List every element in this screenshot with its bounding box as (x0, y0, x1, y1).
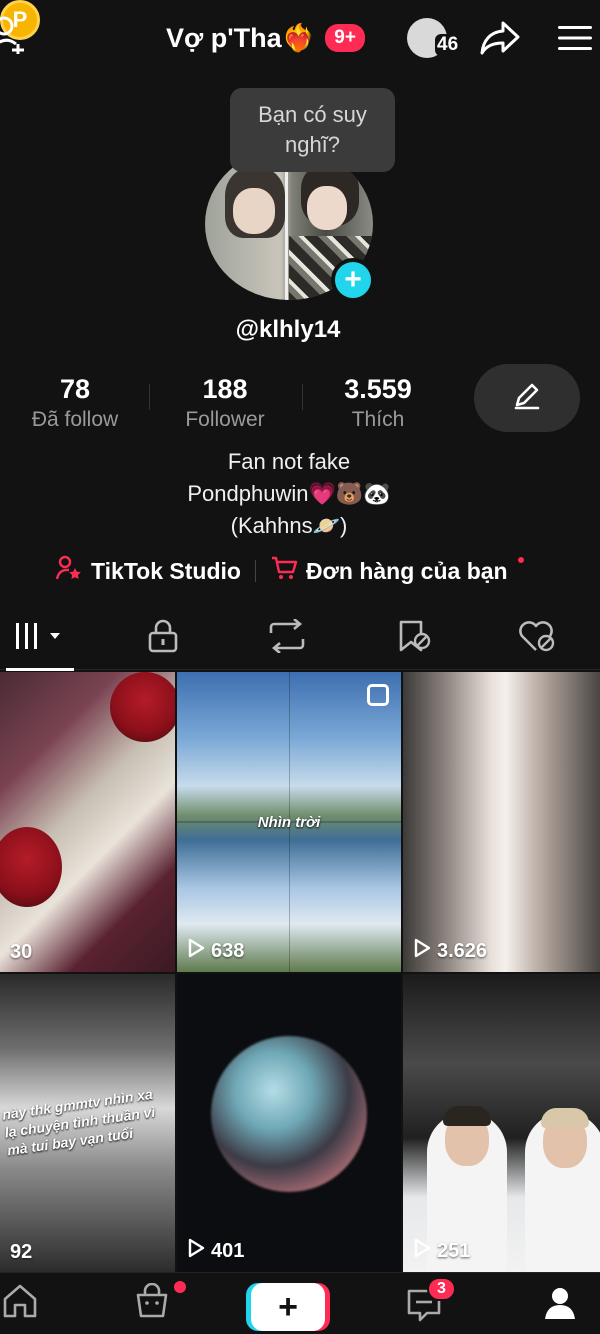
view-count-value: 92 (10, 1241, 33, 1263)
profile-title-button[interactable]: Vợ p'Tha❤️‍🔥 9+ (166, 18, 365, 58)
profile-icon (542, 1285, 578, 1326)
view-count-value: 3.626 (437, 939, 488, 962)
nav-home[interactable] (0, 1273, 75, 1334)
add-avatar-button[interactable]: + (331, 258, 375, 302)
orders-link[interactable]: Đơn hàng của bạn (270, 554, 524, 588)
repost-icon (267, 617, 307, 658)
create-button[interactable]: + (251, 1283, 325, 1331)
profile-links: TikTok Studio Đơn hàng của bạn (55, 552, 524, 590)
thought-tooltip[interactable]: Bạn có suy nghĩ? (230, 88, 395, 172)
username: @klhly14 (235, 316, 341, 343)
top-bar: P Vợ p'Tha❤️‍🔥 9+ 46 (0, 0, 600, 78)
view-count: 638 (187, 938, 244, 964)
friends-count: 46 (435, 34, 461, 56)
person-hair (443, 1106, 491, 1126)
lock-icon (147, 619, 179, 658)
video-thumbnail[interactable]: 401 (177, 974, 401, 1272)
stat-likes-value: 3.559 (344, 374, 412, 404)
shop-dot (174, 1281, 186, 1293)
spiderman-mask (0, 827, 62, 907)
nav-inbox[interactable]: 3 (369, 1273, 479, 1334)
bookmark-icon (396, 619, 432, 658)
stat-likes[interactable]: 3.559 Thích (303, 372, 453, 434)
grid-icon (14, 621, 66, 656)
view-count-value: 30 (10, 941, 33, 963)
inbox-badge: 3 (427, 1277, 456, 1301)
view-count-value: 401 (211, 1239, 245, 1262)
pencil-icon (512, 381, 542, 416)
multi-photo-icon (367, 684, 389, 706)
stat-followers-label: Follower (185, 408, 265, 431)
cart-icon (270, 554, 298, 588)
orders-dot (517, 557, 524, 563)
play-icon (187, 1238, 205, 1264)
play-icon (187, 938, 205, 964)
add-user-icon[interactable] (0, 14, 28, 54)
tab-favorites[interactable] (354, 606, 474, 670)
view-count: 251 (413, 1238, 470, 1264)
stat-following-value: 78 (59, 374, 91, 404)
page-title: Vợ p'Tha❤️‍🔥 (166, 23, 316, 53)
play-icon (413, 1238, 431, 1264)
video-overlay-text: Nhìn trời (257, 814, 321, 831)
friends-avatar-button[interactable]: 46 (407, 16, 463, 62)
notification-badge: 9+ (325, 24, 365, 52)
avatar-face-left (233, 188, 275, 234)
video-grid: 30 Nhìn trời 638 3.626 này thk gmmtv nhì… (0, 672, 600, 1272)
video-thumbnail[interactable]: Nhìn trời 638 (177, 672, 401, 972)
view-count-value: 638 (211, 939, 245, 962)
person-hair (541, 1108, 589, 1128)
share-icon[interactable] (478, 18, 522, 58)
home-icon (1, 1283, 39, 1324)
orders-label: Đơn hàng của bạn (305, 557, 508, 584)
bio-line: Pondphuwin💗🐻🐼 (187, 481, 391, 506)
view-count: 3.626 (413, 938, 487, 964)
bio-line: Fan not fake (227, 449, 351, 474)
stat-followers-value: 188 (202, 374, 248, 404)
video-thumbnail[interactable]: 30 (0, 672, 175, 972)
plus-icon: + (278, 1287, 298, 1326)
stat-likes-label: Thích (351, 408, 405, 431)
stat-followers[interactable]: 188 Follower (150, 372, 300, 434)
nav-shop[interactable] (97, 1273, 207, 1334)
video-overlay-text: này thk gmmtv nhìn xa lạ chuyện tình thu… (1, 1085, 157, 1159)
menu-icon[interactable] (555, 20, 595, 56)
bio: Fan not fake Pondphuwin💗🐻🐼 (Kahhns🪐) (0, 446, 578, 542)
video-thumbnail[interactable]: 3.626 (403, 672, 600, 972)
content-tabs (0, 606, 600, 671)
stats-row: 78 Đã follow 188 Follower 3.559 Thích (0, 372, 470, 436)
bio-line: (Kahhns🪐) (230, 513, 348, 538)
liked-icon (518, 619, 558, 658)
studio-user-star-icon (55, 554, 83, 588)
play-icon (413, 938, 431, 964)
tab-reposts[interactable] (227, 606, 347, 670)
bottom-nav: + 3 (0, 1272, 600, 1334)
spiderman-mask (110, 672, 175, 742)
tiktok-studio-label: TikTok Studio (91, 557, 241, 584)
nav-profile[interactable] (505, 1273, 600, 1334)
view-count: 30 (10, 941, 32, 964)
tiktok-studio-link[interactable]: TikTok Studio (55, 554, 241, 588)
edit-profile-button[interactable] (474, 364, 580, 432)
stat-following[interactable]: 78 Đã follow (0, 372, 150, 434)
shop-icon (133, 1282, 171, 1324)
view-count-value: 251 (437, 1239, 471, 1262)
avatar-face-right (307, 186, 347, 230)
sphere-image (211, 1036, 367, 1192)
view-count: 401 (187, 1238, 244, 1264)
video-thumbnail[interactable]: 251 (403, 974, 600, 1272)
stat-following-label: Đã follow (31, 408, 119, 431)
view-count: 92 (10, 1241, 32, 1264)
tab-liked[interactable] (478, 606, 598, 670)
video-thumbnail[interactable]: này thk gmmtv nhìn xa lạ chuyện tình thu… (0, 974, 175, 1272)
tab-private[interactable] (103, 606, 223, 670)
tab-videos[interactable] (0, 606, 80, 671)
link-divider (254, 560, 256, 582)
